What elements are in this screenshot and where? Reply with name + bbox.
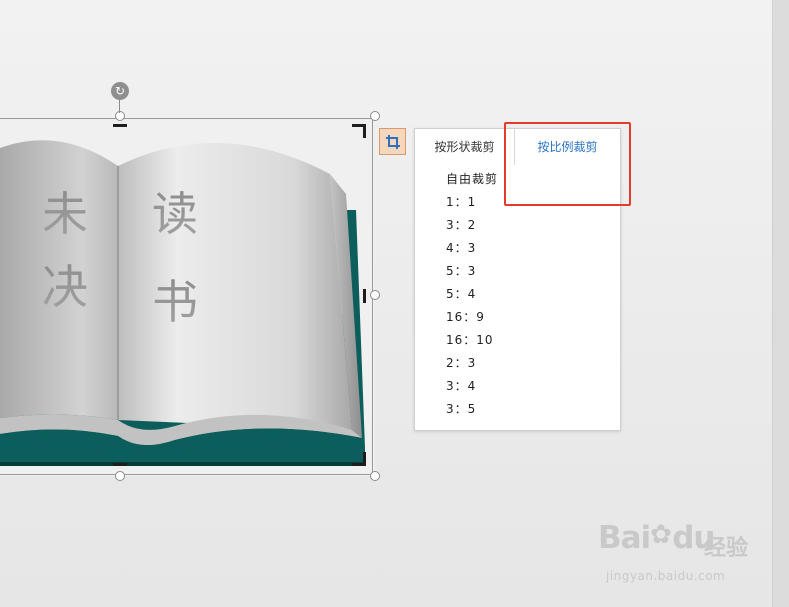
left-page-char-1: 未 xyxy=(42,187,88,241)
crop-edge-top[interactable] xyxy=(113,124,127,127)
left-page-char-2: 决 xyxy=(42,260,88,314)
crop-edge-right[interactable] xyxy=(363,289,366,303)
vertical-scrollbar[interactable] xyxy=(772,0,789,607)
crop-corner-top-right-v[interactable] xyxy=(363,124,366,138)
paw-icon: ✿ xyxy=(650,520,672,550)
tab-crop-by-shape[interactable]: 按形状裁剪 xyxy=(415,129,515,165)
watermark-url: jingyan.baidu.com xyxy=(606,569,726,583)
rotate-icon[interactable]: ↻ xyxy=(111,82,129,100)
crop-edge-bottom[interactable] xyxy=(113,463,127,466)
annotation-highlight-box xyxy=(504,122,631,206)
ratio-16-10[interactable]: 16：10 xyxy=(446,329,498,352)
right-page-char-2: 书 xyxy=(152,275,198,329)
crop-tool-button[interactable] xyxy=(379,128,406,155)
ratio-2-3[interactable]: 2：3 xyxy=(446,352,498,375)
ratio-3-5[interactable]: 3：5 xyxy=(446,398,498,421)
ratio-free[interactable]: 自由裁剪 xyxy=(446,168,498,191)
crop-corner-bottom-right-v[interactable] xyxy=(363,452,366,466)
watermark-brand: 经验 xyxy=(704,536,749,561)
baidu-jingyan-watermark: Bai du ✿ 经验 jingyan.baidu.com xyxy=(598,520,758,590)
resize-handle-top[interactable] xyxy=(115,111,125,121)
ratio-3-2[interactable]: 3：2 xyxy=(446,214,498,237)
resize-handle-right[interactable] xyxy=(370,290,380,300)
ratio-16-9[interactable]: 16：9 xyxy=(446,306,498,329)
resize-handle-bottom[interactable] xyxy=(115,471,125,481)
ratio-1-1[interactable]: 1：1 xyxy=(446,191,498,214)
ratio-5-3[interactable]: 5：3 xyxy=(446,260,498,283)
right-page-char-1: 读 xyxy=(152,187,198,241)
ratio-3-4[interactable]: 3：4 xyxy=(446,375,498,398)
selected-book-image[interactable]: 未 决 读 书 xyxy=(0,111,380,481)
ratio-4-3[interactable]: 4：3 xyxy=(446,237,498,260)
book-picture: 未 决 读 书 xyxy=(0,118,375,476)
crop-icon xyxy=(385,134,400,149)
ratio-list: 自由裁剪 1：1 3：2 4：3 5：3 5：4 16：9 16：10 2：3 … xyxy=(446,168,498,421)
resize-handle-bottom-right[interactable] xyxy=(370,471,380,481)
resize-handle-top-right[interactable] xyxy=(370,111,380,121)
rotate-stem xyxy=(119,100,120,113)
ratio-5-4[interactable]: 5：4 xyxy=(446,283,498,306)
